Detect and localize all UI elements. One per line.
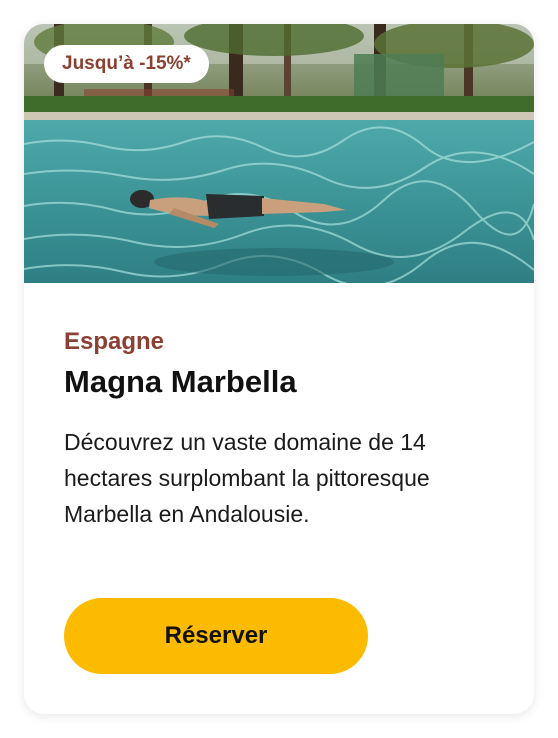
hotel-description: Découvrez un vaste domaine de 14 hectare… [64, 429, 430, 527]
destination-country: Espagne [64, 328, 165, 355]
discount-badge: Jusqu’à -15%* [44, 45, 209, 83]
hotel-photo[interactable]: Jusqu’à -15%* [24, 24, 534, 283]
card-content: Espagne Magna Marbella Découvrez un vast… [64, 327, 504, 532]
hotel-title[interactable]: Magna Marbella [64, 362, 504, 402]
hotel-offer-card[interactable]: Jusqu’à -15%* Espagne Magna Marbella Déc… [24, 24, 534, 714]
reserve-button[interactable]: Réserver [64, 598, 368, 674]
